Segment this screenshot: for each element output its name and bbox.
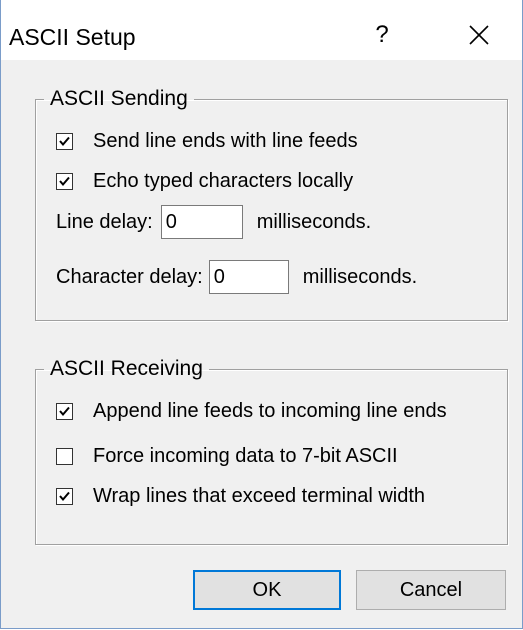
character-delay-unit: milliseconds.: [302, 265, 418, 288]
ok-button[interactable]: OK: [193, 570, 341, 610]
checkmark-icon: [59, 491, 70, 502]
force-7bit-label: Force incoming data to 7-bit ASCII: [93, 445, 398, 467]
wrap-lines-checkbox[interactable]: [56, 488, 73, 505]
cancel-button[interactable]: Cancel: [356, 570, 506, 610]
append-line-feeds-option[interactable]: Append line feeds to incoming line ends: [56, 400, 447, 423]
line-delay-label: Line delay:: [56, 210, 153, 233]
append-line-feeds-checkbox[interactable]: [56, 403, 73, 420]
send-line-ends-label: Send line ends with line feeds: [93, 130, 358, 152]
force-7bit-option[interactable]: Force incoming data to 7-bit ASCII: [56, 445, 398, 468]
checkmark-icon: [59, 136, 70, 147]
ascii-sending-legend: ASCII Sending: [50, 87, 188, 110]
checkmark-icon: [59, 406, 70, 417]
line-delay-unit: milliseconds.: [256, 210, 372, 233]
help-button[interactable]: ?: [367, 18, 397, 52]
window-title: ASCII Setup: [9, 24, 136, 50]
title-bar: ASCII Setup ?: [1, 0, 522, 60]
line-delay-input[interactable]: 0: [160, 205, 243, 239]
close-icon: [469, 25, 489, 45]
checkmark-icon: [59, 176, 70, 187]
echo-typed-option[interactable]: Echo typed characters locally: [56, 170, 353, 193]
character-delay-input[interactable]: 0: [208, 260, 289, 294]
force-7bit-checkbox[interactable]: [56, 448, 73, 465]
wrap-lines-label: Wrap lines that exceed terminal width: [93, 485, 426, 507]
ascii-receiving-legend: ASCII Receiving: [50, 357, 203, 380]
close-button[interactable]: [459, 18, 499, 52]
echo-typed-label: Echo typed characters locally: [93, 170, 354, 192]
line-delay-row: Line delay: 0 milliseconds.: [56, 205, 371, 239]
echo-typed-checkbox[interactable]: [56, 173, 73, 190]
append-line-feeds-label: Append line feeds to incoming line ends: [93, 400, 447, 422]
character-delay-label: Character delay:: [56, 265, 203, 288]
send-line-ends-checkbox[interactable]: [56, 133, 73, 150]
character-delay-row: Character delay: 0 milliseconds.: [56, 260, 417, 294]
ascii-setup-dialog: ASCII Setup ? ASCII Sending Send line en…: [0, 0, 523, 629]
send-line-ends-option[interactable]: Send line ends with line feeds: [56, 130, 358, 153]
wrap-lines-option[interactable]: Wrap lines that exceed terminal width: [56, 485, 425, 508]
